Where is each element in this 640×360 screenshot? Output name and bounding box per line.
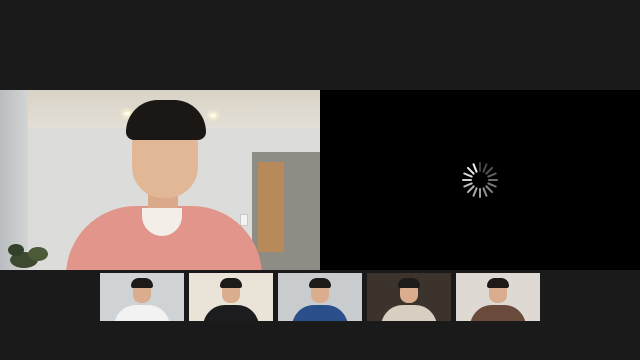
participant-thumbnail[interactable] [189, 273, 273, 321]
spinner-blade [487, 172, 498, 178]
participant-hair [131, 278, 153, 288]
participant-hair [398, 278, 420, 288]
plant-icon [8, 244, 48, 268]
active-speaker-tile[interactable] [0, 90, 320, 270]
participant-hair [220, 278, 242, 288]
participant-thumbnail-strip [100, 273, 540, 321]
light-switch [240, 214, 248, 226]
loading-video-tile[interactable] [320, 90, 640, 270]
participant-thumbnail[interactable] [100, 273, 184, 321]
participant-thumbnail[interactable] [367, 273, 451, 321]
participant-body [292, 305, 348, 321]
ceiling-light [210, 114, 216, 117]
spinner-blade [479, 162, 481, 172]
main-stage [0, 90, 640, 270]
participant-thumbnail[interactable] [456, 273, 540, 321]
spinner-blade [488, 179, 498, 181]
participant-hair [487, 278, 509, 288]
doorway-interior [258, 162, 284, 252]
participant-body [381, 305, 437, 321]
video-call-window [0, 0, 640, 360]
spinner-blade [479, 188, 481, 198]
spinner-blade [462, 179, 472, 181]
ceiling-light [124, 112, 130, 115]
loading-spinner-icon [462, 162, 498, 198]
participant-body [470, 305, 526, 321]
participant-thumbnail[interactable] [278, 273, 362, 321]
participant-body [114, 305, 170, 321]
participant-hair [309, 278, 331, 288]
participant-body [203, 305, 259, 321]
spinner-blade [472, 187, 478, 198]
